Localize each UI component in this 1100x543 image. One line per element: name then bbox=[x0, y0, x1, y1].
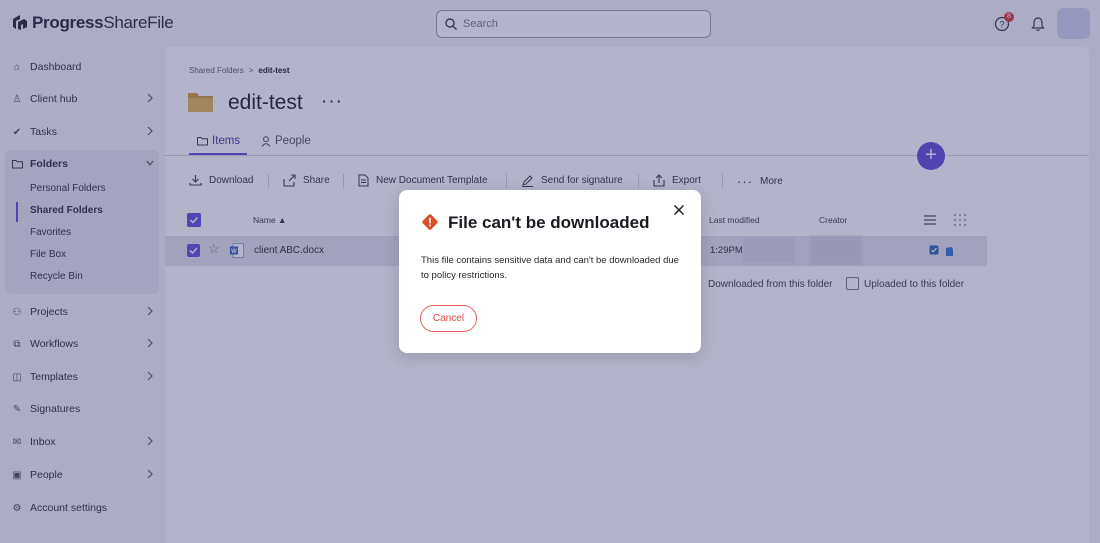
close-icon[interactable] bbox=[673, 204, 685, 216]
dialog-message: This file contains sensitive data and ca… bbox=[421, 255, 679, 281]
download-blocked-dialog: File can't be downloaded This file conta… bbox=[399, 190, 701, 353]
cancel-button[interactable]: Cancel bbox=[420, 305, 477, 332]
dialog-title: File can't be downloaded bbox=[448, 213, 650, 232]
warning-icon bbox=[422, 214, 438, 230]
